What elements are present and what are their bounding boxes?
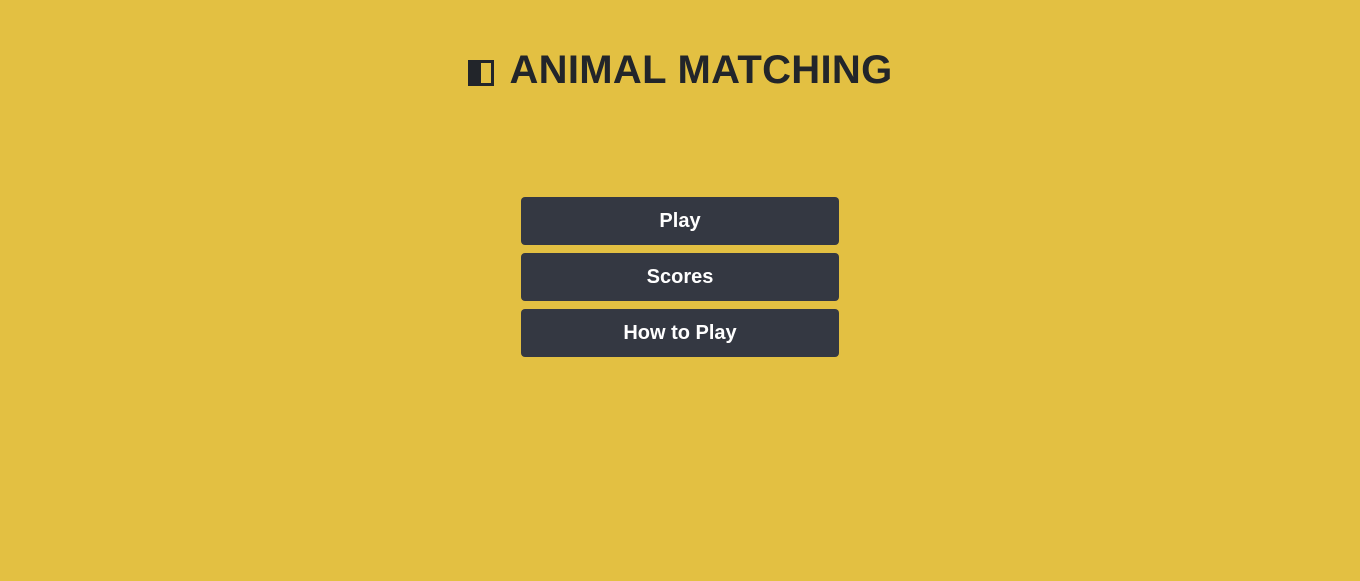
main-menu: Play Scores How to Play (521, 197, 839, 365)
game-title: ANIMAL MATCHING (509, 47, 893, 92)
game-header: ANIMAL MATCHING (0, 46, 1360, 94)
play-button[interactable]: Play (521, 197, 839, 245)
half-filled-square-icon (467, 60, 494, 86)
scores-button[interactable]: Scores (521, 253, 839, 301)
how-to-play-button[interactable]: How to Play (521, 309, 839, 357)
